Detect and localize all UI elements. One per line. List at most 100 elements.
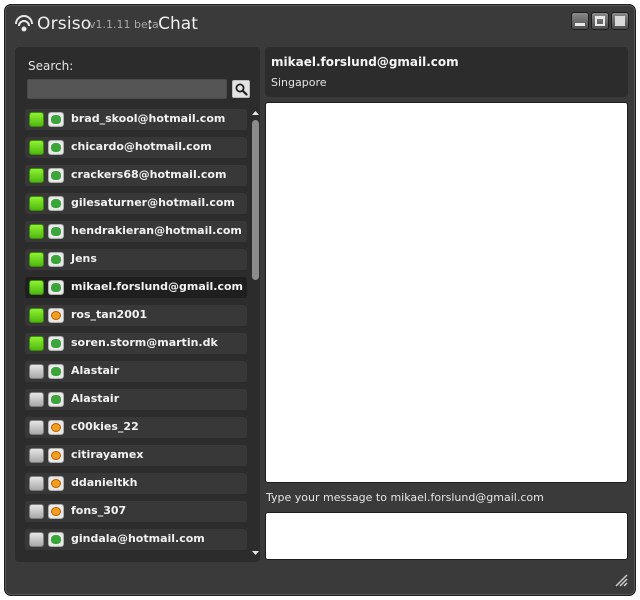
contact-item[interactable]: c00kies_22 [25, 417, 247, 438]
contact-name: ros_tan2001 [71, 308, 148, 321]
contact-item[interactable]: Alastair [25, 361, 247, 382]
protocol-glyph [51, 283, 61, 292]
contact-item[interactable]: Alastair [25, 389, 247, 410]
title-bar[interactable]: Orsiso v1.1.11 beta : Chat [5, 5, 635, 43]
contact-name: Alastair [71, 392, 120, 405]
contact-name: citirayamex [71, 448, 144, 461]
scroll-down-icon[interactable] [251, 549, 260, 557]
msn-buddy-icon [48, 224, 64, 239]
yahoo-smiley-icon [48, 476, 64, 491]
contacts-panel: Search: brad_skool@hotmail.com chicardo@h… [15, 47, 260, 562]
contact-item[interactable]: citirayamex [25, 445, 247, 466]
contact-name: soren.storm@martin.dk [71, 336, 218, 349]
orsiso-logo-icon [15, 15, 33, 32]
scroll-thumb[interactable] [252, 120, 259, 280]
protocol-glyph [51, 479, 61, 488]
offline-status-icon [29, 532, 44, 547]
minimize-icon [575, 23, 585, 26]
offline-status-icon [29, 392, 44, 407]
contact-item[interactable]: brad_skool@hotmail.com [25, 109, 247, 130]
conversation-header: mikael.forslund@gmail.com Singapore [265, 47, 628, 97]
offline-status-icon [29, 448, 44, 463]
online-status-icon [29, 280, 44, 295]
offline-status-icon [29, 420, 44, 435]
protocol-glyph [51, 255, 61, 264]
message-prompt: Type your message to mikael.forslund@gma… [266, 491, 544, 504]
protocol-glyph [51, 507, 61, 516]
app-name: Orsiso [37, 14, 92, 34]
online-status-icon [29, 112, 44, 127]
contact-item[interactable]: hendrakieran@hotmail.com [25, 221, 247, 242]
protocol-glyph [51, 395, 61, 404]
chat-window: Orsiso v1.1.11 beta : Chat Search: brad_… [4, 4, 636, 596]
search-button[interactable] [232, 80, 250, 98]
contact-name: mikael.forslund@gmail.com [71, 280, 244, 293]
chat-history[interactable] [265, 102, 628, 483]
scroll-up-icon[interactable] [251, 109, 260, 117]
online-status-icon [29, 196, 44, 211]
close-icon [615, 16, 625, 26]
contact-name: gindala@hotmail.com [71, 532, 205, 545]
contact-name: Jens [71, 252, 97, 265]
contact-item[interactable]: crackers68@hotmail.com [25, 165, 247, 186]
peer-email: mikael.forslund@gmail.com [271, 55, 459, 69]
contact-name: Alastair [71, 364, 120, 377]
contact-item[interactable]: gilesaturner@hotmail.com [25, 193, 247, 214]
protocol-glyph [51, 199, 61, 208]
yahoo-smiley-icon [48, 308, 64, 323]
contact-item[interactable]: ddanieltkh [25, 473, 247, 494]
msn-buddy-icon [48, 196, 64, 211]
contact-list[interactable]: brad_skool@hotmail.com chicardo@hotmail.c… [25, 109, 247, 557]
contact-item[interactable]: mikael.forslund@gmail.com [25, 277, 247, 298]
protocol-glyph [51, 143, 61, 152]
contact-item[interactable]: fons_307 [25, 501, 247, 522]
msn-buddy-icon [48, 280, 64, 295]
online-status-icon [29, 140, 44, 155]
msn-buddy-icon [48, 168, 64, 183]
protocol-glyph [51, 311, 61, 320]
msn-buddy-icon [48, 364, 64, 379]
offline-status-icon [29, 504, 44, 519]
maximize-icon [595, 16, 605, 26]
contact-name: crackers68@hotmail.com [71, 168, 227, 181]
contact-name: brad_skool@hotmail.com [71, 112, 226, 125]
search-label: Search: [28, 59, 74, 73]
protocol-glyph [51, 451, 61, 460]
resize-grip-icon[interactable] [614, 573, 628, 587]
offline-status-icon [29, 476, 44, 491]
msn-buddy-icon [48, 140, 64, 155]
maximize-button[interactable] [591, 12, 609, 30]
msn-buddy-icon [48, 532, 64, 547]
protocol-glyph [51, 227, 61, 236]
contact-name: hendrakieran@hotmail.com [71, 224, 242, 237]
contact-item[interactable]: soren.storm@martin.dk [25, 333, 247, 354]
offline-status-icon [29, 364, 44, 379]
window-controls [571, 12, 629, 30]
protocol-glyph [51, 367, 61, 376]
online-status-icon [29, 168, 44, 183]
msn-buddy-icon [48, 336, 64, 351]
contact-item[interactable]: Jens [25, 249, 247, 270]
online-status-icon [29, 308, 44, 323]
msn-buddy-icon [48, 392, 64, 407]
protocol-glyph [51, 535, 61, 544]
online-status-icon [29, 336, 44, 351]
contact-item[interactable]: gindala@hotmail.com [25, 529, 247, 550]
close-button[interactable] [611, 12, 629, 30]
contact-item[interactable]: chicardo@hotmail.com [25, 137, 247, 158]
contact-name: chicardo@hotmail.com [71, 140, 212, 153]
contact-name: c00kies_22 [71, 420, 139, 433]
protocol-glyph [51, 423, 61, 432]
protocol-glyph [51, 115, 61, 124]
contact-name: gilesaturner@hotmail.com [71, 196, 235, 209]
contact-list-scrollbar[interactable] [251, 109, 260, 557]
yahoo-smiley-icon [48, 504, 64, 519]
contact-item[interactable]: ros_tan2001 [25, 305, 247, 326]
search-input[interactable] [27, 79, 227, 99]
msn-buddy-icon [48, 112, 64, 127]
minimize-button[interactable] [571, 12, 589, 30]
message-input[interactable] [265, 512, 628, 560]
online-status-icon [29, 224, 44, 239]
yahoo-smiley-icon [48, 420, 64, 435]
msn-buddy-icon [48, 252, 64, 267]
